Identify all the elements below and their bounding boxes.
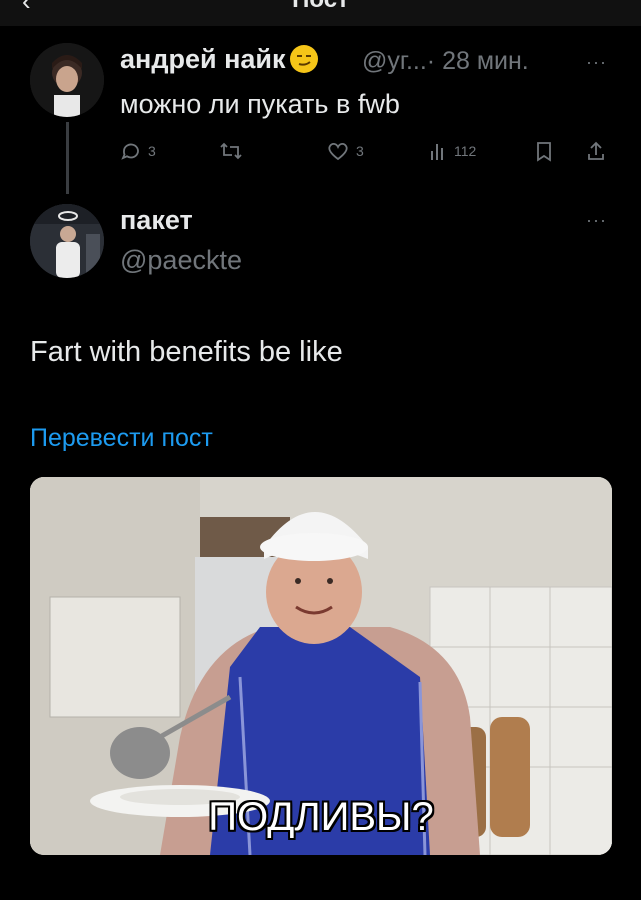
- reply-author-handle[interactable]: @уг...· 28 мин.: [362, 47, 529, 76]
- smirk-emoji-icon: [289, 45, 318, 73]
- share-icon: [588, 141, 604, 160]
- reply-action-bar: 3 3 112: [120, 140, 620, 168]
- bookmark-icon: [537, 142, 551, 162]
- page-title: Пост: [0, 0, 641, 14]
- comment-icon: [121, 143, 139, 160]
- views-bars-icon: [431, 144, 443, 160]
- post-author-name[interactable]: пакет: [120, 205, 193, 236]
- reply-more-icon[interactable]: ···: [586, 52, 607, 73]
- translate-post-link[interactable]: Перевести пост: [30, 424, 213, 453]
- reply-text: можно ли пукать в fwb: [120, 89, 400, 119]
- reply-author-avatar[interactable]: [30, 43, 104, 117]
- reply-button[interactable]: 3: [120, 140, 156, 162]
- heart-icon: [328, 142, 348, 161]
- post-media-image[interactable]: ПОДЛИВЫ?: [30, 477, 612, 855]
- thread-connector-line: [66, 122, 69, 194]
- reply-timestamp: · 28 мин.: [426, 47, 529, 75]
- retweet-button[interactable]: [218, 140, 244, 162]
- retweet-icon: [220, 142, 242, 160]
- reply-author-name[interactable]: андрей найк: [120, 44, 318, 75]
- meme-caption: ПОДЛИВЫ?: [208, 795, 434, 839]
- views-button[interactable]: 112: [428, 140, 476, 162]
- like-button[interactable]: 3: [326, 140, 364, 162]
- top-bar: ‹ Пост: [0, 0, 641, 26]
- post-more-icon[interactable]: ···: [586, 210, 607, 231]
- post-author-avatar[interactable]: [30, 204, 104, 278]
- bookmark-button[interactable]: [534, 140, 554, 162]
- post-author-handle[interactable]: @paeckte: [120, 245, 242, 276]
- post-text: Fart with benefits be like: [30, 336, 343, 368]
- share-button[interactable]: [586, 140, 606, 162]
